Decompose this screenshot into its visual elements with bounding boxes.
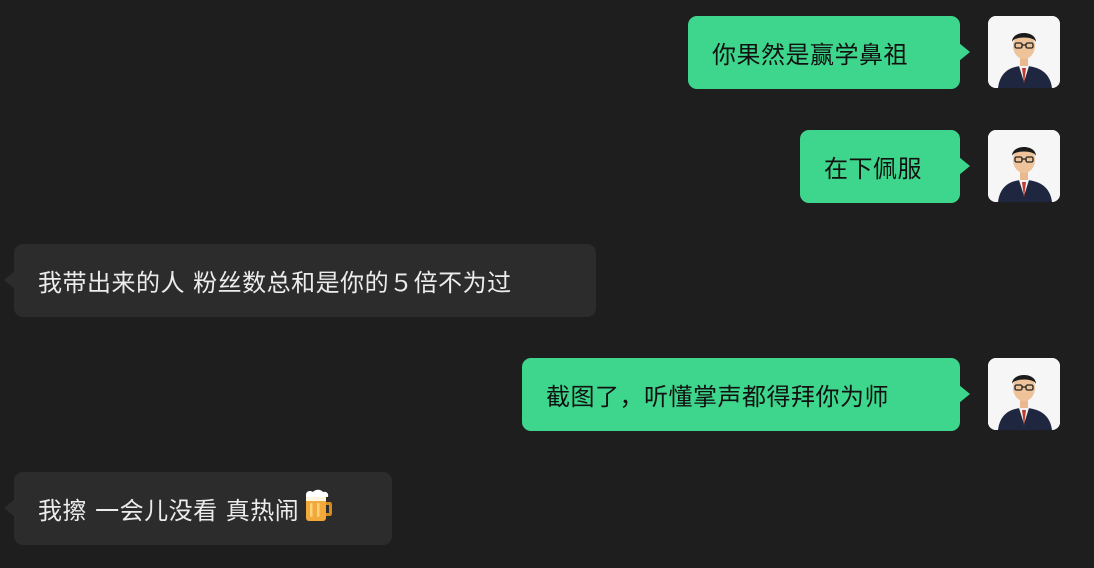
sender-avatar[interactable]: [988, 16, 1060, 88]
message-text: 我擦 一会儿没看 真热闹: [38, 497, 300, 525]
sender-avatar[interactable]: [988, 358, 1060, 430]
message-row-sent: 在下佩服: [0, 114, 1094, 214]
message-text: 我带出来的人 粉丝数总和是你的５倍不为过: [38, 269, 512, 297]
message-text: 在下佩服: [824, 155, 922, 183]
message-text: 你果然是赢学鼻祖: [712, 41, 908, 69]
message-text: 截图了，听懂掌声都得拜你为师: [546, 383, 889, 411]
beer-mug-icon: [301, 489, 333, 529]
message-row-sent: 截图了，听懂掌声都得拜你为师: [0, 342, 1094, 442]
chat-screen: { "colors": { "background": "#1e1e1e", "…: [0, 0, 1094, 568]
message-bubble-received[interactable]: 我带出来的人 粉丝数总和是你的５倍不为过: [4, 244, 596, 317]
message-bubble-sent[interactable]: 在下佩服: [800, 130, 970, 203]
user-avatar-icon: [988, 358, 1060, 430]
message-bubble-sent[interactable]: 你果然是赢学鼻祖: [688, 16, 970, 89]
user-avatar-icon: [988, 16, 1060, 88]
message-row-sent: 你果然是赢学鼻祖: [0, 0, 1094, 100]
sender-avatar[interactable]: [988, 130, 1060, 202]
message-row-received: 我擦 一会儿没看 真热闹: [0, 456, 1094, 556]
message-bubble-received[interactable]: 我擦 一会儿没看 真热闹: [4, 472, 392, 545]
user-avatar-icon: [988, 130, 1060, 202]
message-row-received: 我带出来的人 粉丝数总和是你的５倍不为过: [0, 228, 1094, 328]
message-bubble-sent[interactable]: 截图了，听懂掌声都得拜你为师: [522, 358, 970, 431]
